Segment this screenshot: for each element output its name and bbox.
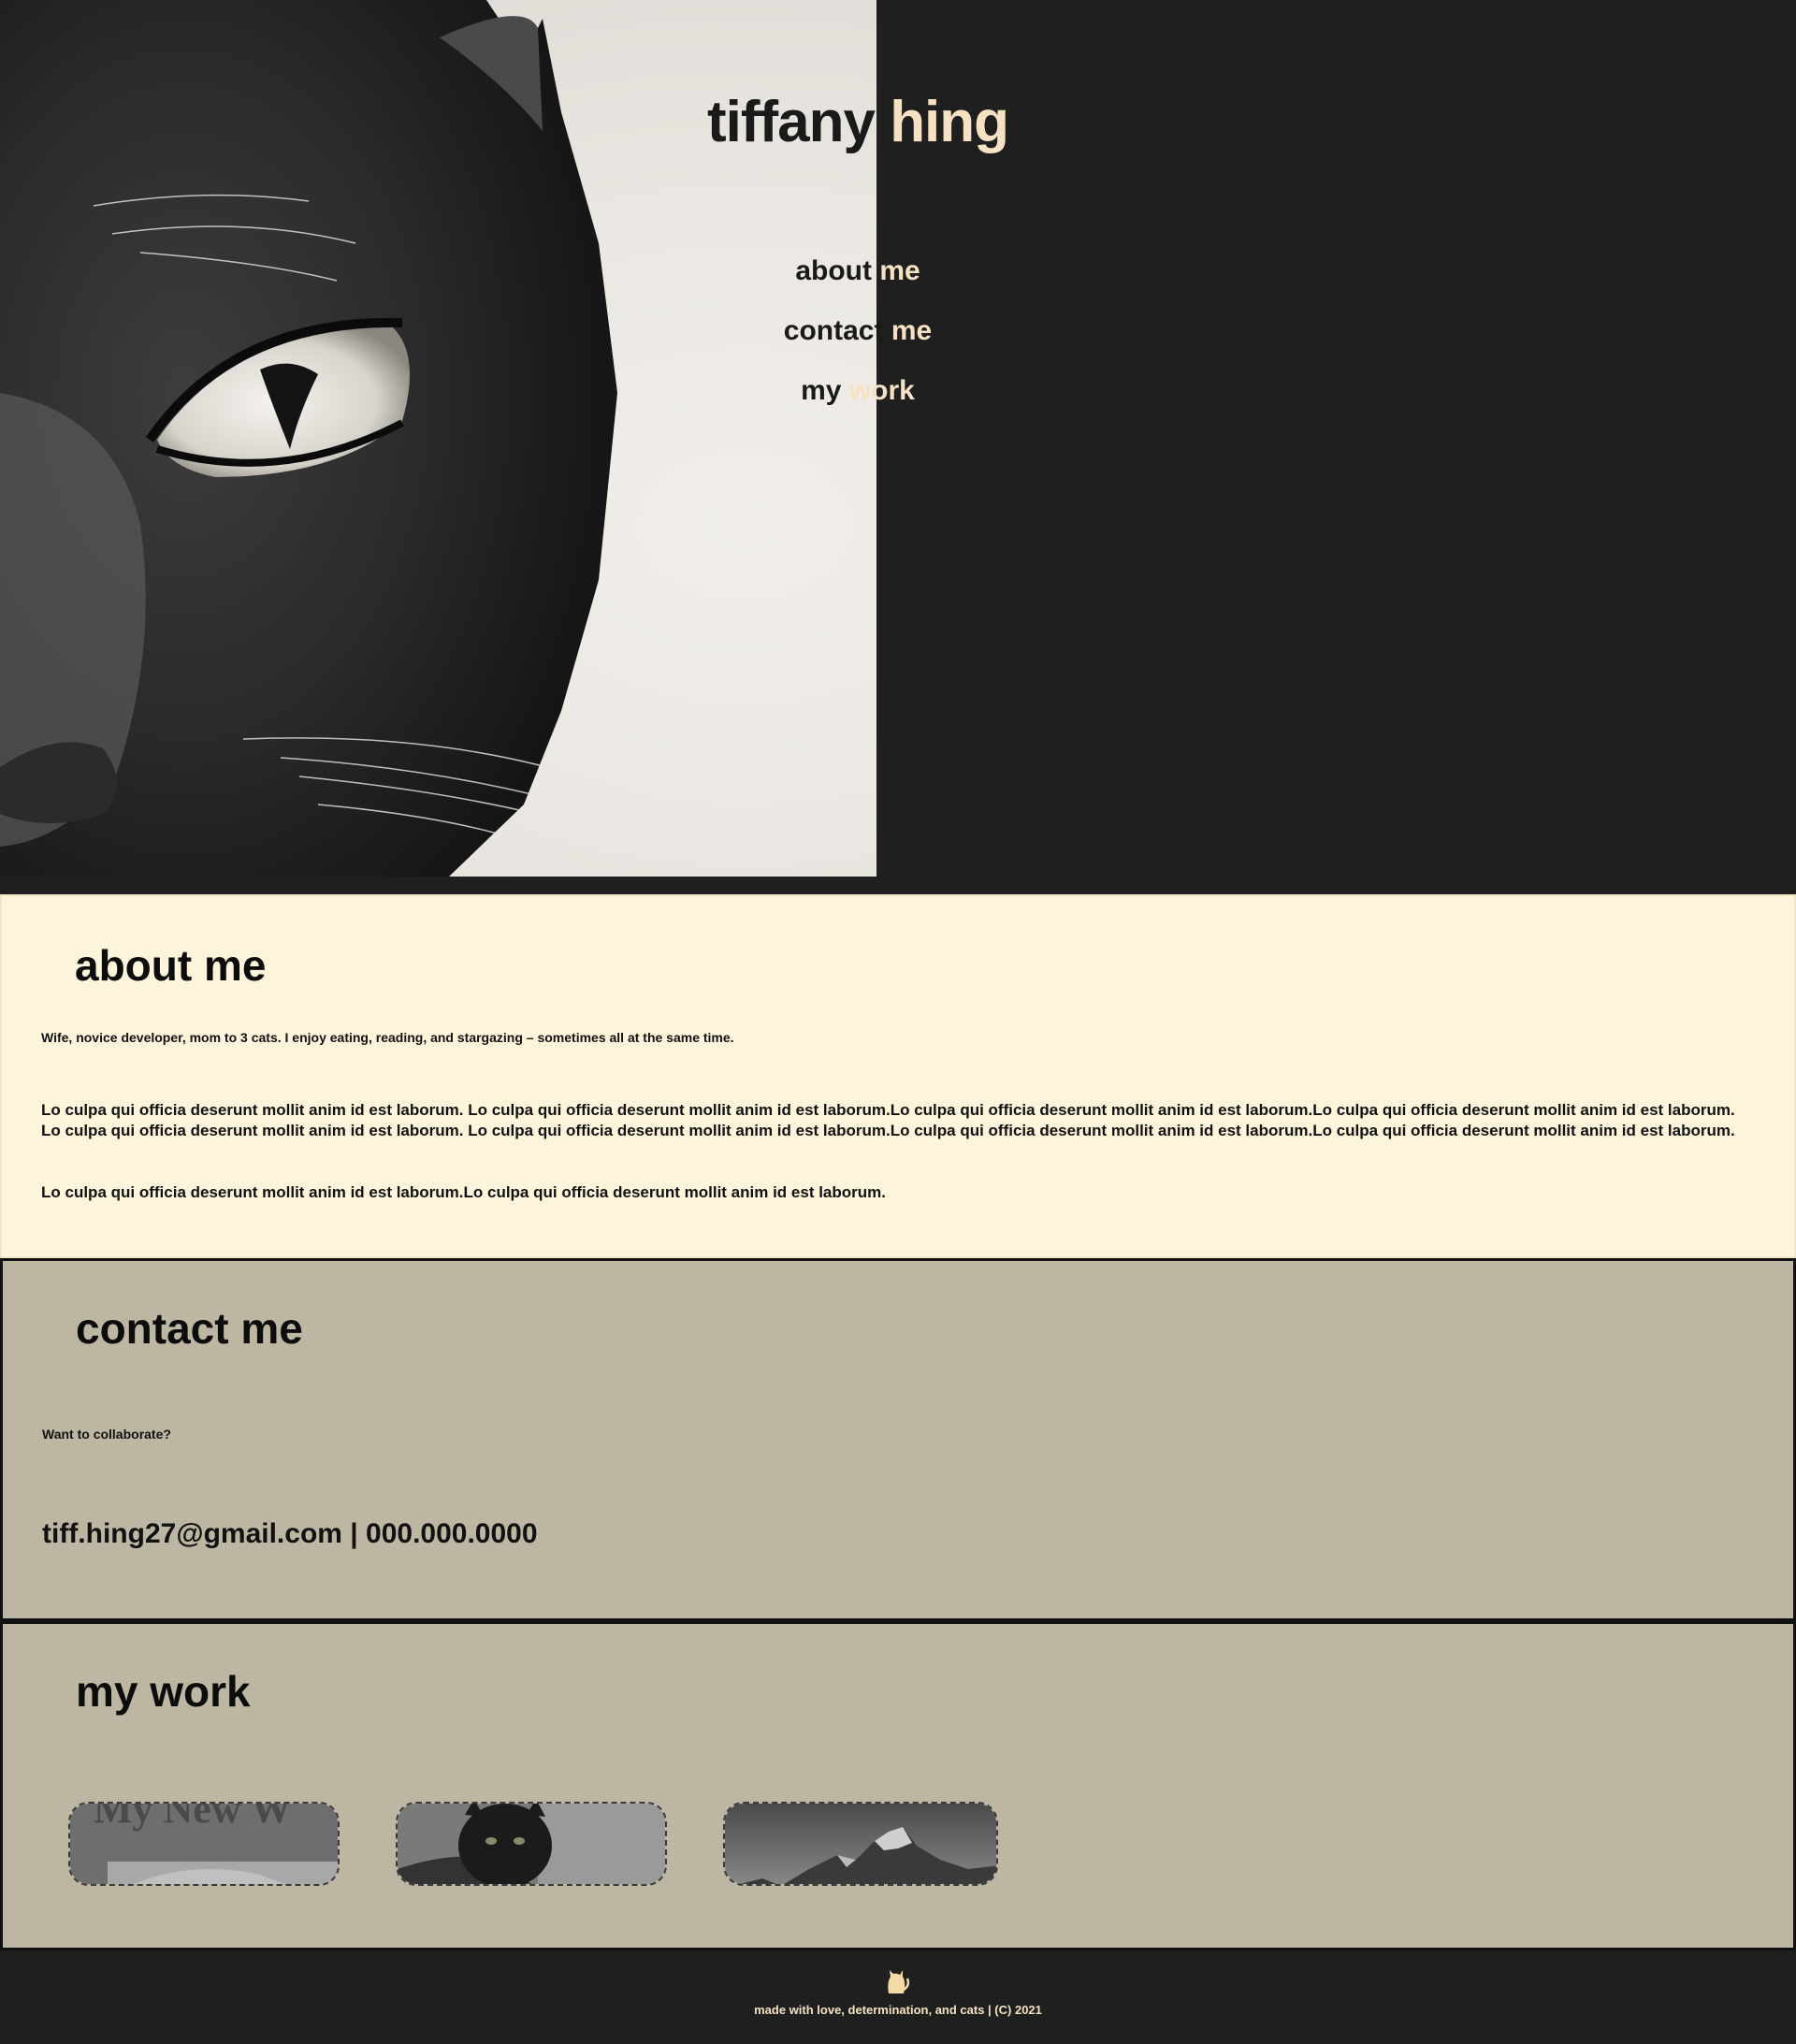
cat-icon bbox=[888, 1970, 910, 1993]
site-title-first: tiffany bbox=[706, 90, 876, 154]
nav-link-about[interactable]: about me bbox=[0, 253, 1716, 312]
contact-title: contact me bbox=[76, 1304, 303, 1353]
work-section: my work My New W bbox=[0, 1621, 1796, 1950]
site-title-last: hing bbox=[890, 90, 1009, 154]
nav-link-word: my bbox=[801, 375, 842, 406]
nav-link-word: me bbox=[879, 255, 920, 286]
work-title: my work bbox=[76, 1667, 251, 1716]
work-thumb-3[interactable] bbox=[723, 1802, 998, 1886]
work-thumb-1[interactable]: My New W bbox=[68, 1802, 340, 1886]
work-thumb-1-text: My New W bbox=[94, 1804, 292, 1832]
about-title: about me bbox=[75, 941, 267, 990]
work-thumb-2[interactable] bbox=[396, 1802, 667, 1886]
about-paragraph-1: Lo culpa qui officia deserunt mollit ani… bbox=[41, 1101, 1735, 1139]
footer: made with love, determination, and cats … bbox=[0, 1950, 1796, 2044]
nav-link-word: me bbox=[891, 315, 933, 346]
hero-section: tiffany hing about me contact me my work bbox=[0, 0, 1796, 894]
contact-details[interactable]: tiff.hing27@gmail.com | 000.000.0000 bbox=[42, 1518, 538, 1550]
contact-section: contact me Want to collaborate? tiff.hin… bbox=[0, 1258, 1796, 1621]
main-nav: about me contact me my work bbox=[0, 253, 1716, 432]
about-intro: Wife, novice developer, mom to 3 cats. I… bbox=[41, 1030, 734, 1045]
nav-link-contact[interactable]: contact me bbox=[0, 312, 1716, 372]
contact-prompt: Want to collaborate? bbox=[42, 1427, 171, 1442]
nav-link-word: contact bbox=[783, 315, 884, 346]
nav-link-work[interactable]: my work bbox=[0, 372, 1716, 432]
about-section: about me Wife, novice developer, mom to … bbox=[0, 894, 1796, 1258]
nav-link-word: work bbox=[848, 375, 915, 406]
about-paragraph-2: Lo culpa qui officia deserunt mollit ani… bbox=[41, 1183, 886, 1201]
nav-link-word: about bbox=[795, 255, 872, 286]
site-title: tiffany hing bbox=[0, 89, 1716, 155]
footer-text: made with love, determination, and cats … bbox=[754, 2003, 1042, 2017]
